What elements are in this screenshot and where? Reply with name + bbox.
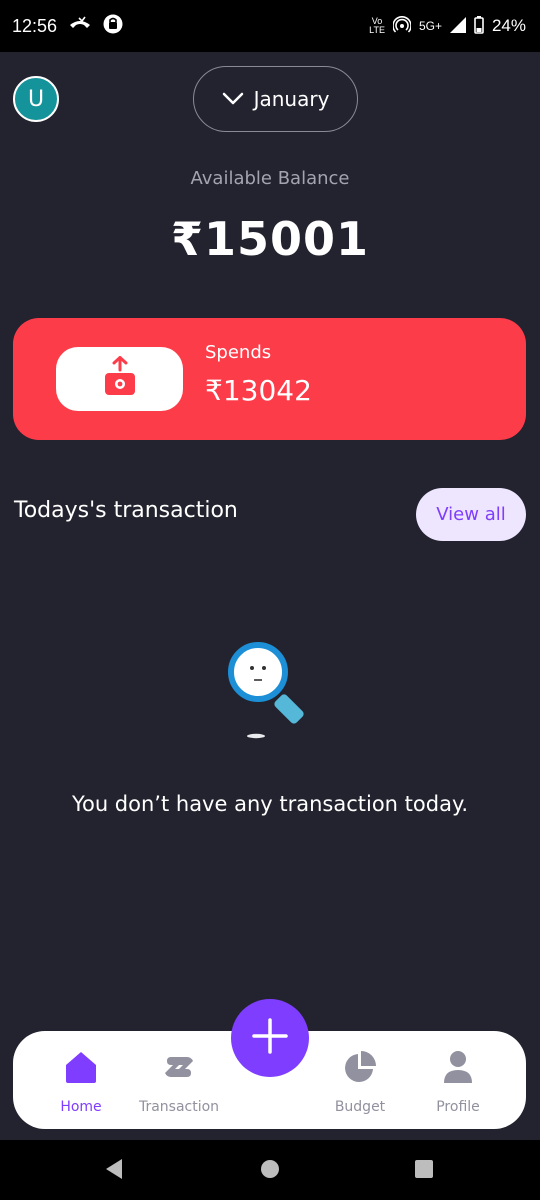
recents-icon[interactable]	[414, 1158, 434, 1184]
app-notification-icon	[103, 14, 123, 39]
nav-label-home: Home	[60, 1099, 102, 1115]
nav-item-budget[interactable]: Budget	[310, 1049, 410, 1115]
view-all-button[interactable]: View all	[416, 488, 526, 541]
month-label: January	[253, 87, 330, 111]
system-nav-bar	[0, 1140, 540, 1200]
user-icon	[440, 1049, 476, 1089]
pie-chart-icon	[342, 1049, 378, 1089]
nav-label-profile: Profile	[436, 1099, 480, 1115]
missed-call-icon	[69, 16, 91, 37]
battery-icon	[474, 15, 484, 37]
avatar[interactable]: U	[13, 76, 59, 122]
home-icon	[63, 1049, 99, 1089]
nav-item-home[interactable]: Home	[31, 1049, 131, 1115]
spends-value: ₹13042	[205, 374, 312, 407]
add-transaction-button[interactable]	[231, 999, 309, 1077]
chevron-down-icon	[222, 87, 244, 111]
balance-label: Available Balance	[190, 168, 350, 189]
nav-label-budget: Budget	[334, 1099, 386, 1115]
nav-item-transaction[interactable]: Transaction	[129, 1049, 229, 1115]
spends-icon-box	[56, 347, 183, 411]
back-icon[interactable]	[104, 1158, 124, 1184]
volte-indicator: Vo LTE	[369, 16, 385, 35]
section-title: Todays's transaction	[14, 498, 238, 523]
signal-icon	[449, 16, 466, 36]
balance-value: ₹15001	[170, 212, 370, 266]
plus-icon	[252, 1018, 288, 1058]
transfer-icon	[161, 1049, 197, 1089]
nav-label-transaction: Transaction	[138, 1099, 220, 1115]
battery-level: 24%	[491, 16, 526, 35]
expense-wallet-icon	[103, 356, 137, 402]
month-dropdown[interactable]: January	[193, 66, 358, 132]
avatar-letter: U	[27, 86, 45, 112]
network-type: 5G+	[418, 19, 442, 33]
magnifier-illustration	[226, 640, 322, 744]
spends-label: Spends	[205, 342, 272, 363]
home-button-icon[interactable]	[260, 1158, 280, 1184]
empty-state-message: You don’t have any transaction today.	[71, 792, 469, 816]
hotspot-icon	[392, 15, 412, 37]
nav-item-profile[interactable]: Profile	[408, 1049, 508, 1115]
spends-card[interactable]: Spends ₹13042	[13, 318, 526, 440]
status-bar: 12:56 Vo LTE 5G+ 24%	[0, 0, 540, 52]
status-time: 12:56	[12, 15, 58, 36]
